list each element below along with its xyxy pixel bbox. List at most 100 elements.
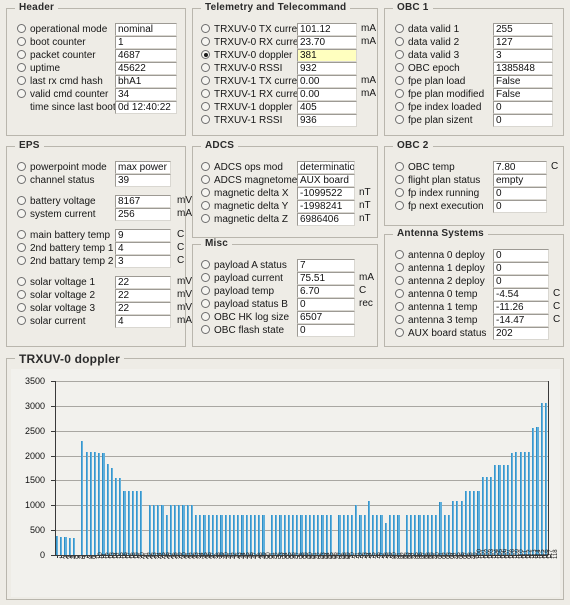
row-eps-8[interactable]: solar voltage 2 bbox=[17, 289, 95, 303]
radio-antenna-1[interactable] bbox=[395, 263, 404, 272]
row-eps-9[interactable]: solar voltage 3 bbox=[17, 302, 95, 316]
radio-misc-0[interactable] bbox=[201, 260, 210, 269]
value-field-header-0[interactable]: nominal bbox=[115, 23, 177, 36]
row-antenna-2[interactable]: antenna 2 deploy bbox=[395, 275, 485, 289]
radio-adcs-3[interactable] bbox=[201, 201, 210, 210]
radio-obc2-0[interactable] bbox=[395, 162, 404, 171]
radio-telemetry-2[interactable] bbox=[201, 50, 210, 59]
radio-header-1[interactable] bbox=[17, 37, 26, 46]
value-field-eps-5[interactable]: 4 bbox=[115, 242, 171, 255]
row-eps-0[interactable]: powerpoint mode bbox=[17, 161, 107, 175]
row-misc-0[interactable]: payload A status bbox=[201, 259, 287, 273]
radio-misc-5[interactable] bbox=[201, 325, 210, 334]
value-field-telemetry-0[interactable]: 101.12 bbox=[297, 23, 357, 36]
value-field-telemetry-5[interactable]: 0.00 bbox=[297, 88, 357, 101]
row-obc1-1[interactable]: data valid 2 bbox=[395, 36, 459, 50]
row-header-4[interactable]: last rx cmd hash bbox=[17, 75, 103, 89]
radio-antenna-2[interactable] bbox=[395, 276, 404, 285]
value-field-obc1-1[interactable]: 127 bbox=[493, 36, 553, 49]
row-misc-4[interactable]: OBC HK log size bbox=[201, 311, 289, 325]
value-field-eps-3[interactable]: 256 bbox=[115, 208, 171, 221]
row-telemetry-2[interactable]: TRXUV-0 doppler bbox=[201, 49, 292, 63]
radio-adcs-1[interactable] bbox=[201, 175, 210, 184]
row-telemetry-6[interactable]: TRXUV-1 doppler bbox=[201, 101, 292, 115]
row-header-3[interactable]: uptime bbox=[17, 62, 60, 76]
radio-eps-0[interactable] bbox=[17, 162, 26, 171]
value-field-eps-4[interactable]: 9 bbox=[115, 229, 171, 242]
value-field-eps-6[interactable]: 3 bbox=[115, 255, 171, 268]
value-field-eps-0[interactable]: max power bbox=[115, 161, 171, 174]
radio-antenna-5[interactable] bbox=[395, 315, 404, 324]
row-antenna-1[interactable]: antenna 1 deploy bbox=[395, 262, 485, 276]
value-field-obc1-7[interactable]: 0 bbox=[493, 114, 553, 127]
row-antenna-4[interactable]: antenna 1 temp bbox=[395, 301, 478, 315]
row-obc1-7[interactable]: fpe plan sizent bbox=[395, 114, 473, 128]
value-field-eps-1[interactable]: 39 bbox=[115, 174, 171, 187]
row-adcs-1[interactable]: ADCS magnetometer bbox=[201, 174, 309, 188]
radio-eps-2[interactable] bbox=[17, 196, 26, 205]
radio-adcs-4[interactable] bbox=[201, 214, 210, 223]
row-telemetry-5[interactable]: TRXUV-1 RX current bbox=[201, 88, 307, 102]
radio-header-4[interactable] bbox=[17, 76, 26, 85]
value-field-obc1-3[interactable]: 1385848 bbox=[493, 62, 553, 75]
radio-misc-3[interactable] bbox=[201, 299, 210, 308]
value-field-telemetry-7[interactable]: 936 bbox=[297, 114, 357, 127]
radio-obc1-4[interactable] bbox=[395, 76, 404, 85]
radio-telemetry-1[interactable] bbox=[201, 37, 210, 46]
row-obc1-5[interactable]: fpe plan modified bbox=[395, 88, 484, 102]
row-telemetry-7[interactable]: TRXUV-1 RSSI bbox=[201, 114, 282, 128]
row-misc-2[interactable]: payload temp bbox=[201, 285, 274, 299]
value-field-obc1-6[interactable]: 0 bbox=[493, 101, 553, 114]
row-adcs-2[interactable]: magnetic delta X bbox=[201, 187, 289, 201]
value-field-antenna-3[interactable]: -4.54 bbox=[493, 288, 549, 301]
radio-misc-1[interactable] bbox=[201, 273, 210, 282]
row-telemetry-4[interactable]: TRXUV-1 TX current bbox=[201, 75, 306, 89]
radio-antenna-4[interactable] bbox=[395, 302, 404, 311]
row-antenna-5[interactable]: antenna 3 temp bbox=[395, 314, 478, 328]
row-header-2[interactable]: packet counter bbox=[17, 49, 96, 63]
row-eps-10[interactable]: solar current bbox=[17, 315, 86, 329]
value-field-misc-4[interactable]: 6507 bbox=[297, 311, 355, 324]
chart-plot[interactable]: 0 500 1000 1500 2000 2500 3000 3500 1 2 3 4 5 6 7 8 9 10 1… bbox=[11, 369, 560, 597]
radio-eps-6[interactable] bbox=[17, 256, 26, 265]
row-antenna-0[interactable]: antenna 0 deploy bbox=[395, 249, 485, 263]
value-field-obc2-3[interactable]: 0 bbox=[493, 200, 547, 213]
radio-antenna-6[interactable] bbox=[395, 328, 404, 337]
row-antenna-3[interactable]: antenna 0 temp bbox=[395, 288, 478, 302]
row-adcs-3[interactable]: magnetic delta Y bbox=[201, 200, 288, 214]
radio-obc1-3[interactable] bbox=[395, 63, 404, 72]
value-field-telemetry-4[interactable]: 0.00 bbox=[297, 75, 357, 88]
value-field-antenna-6[interactable]: 202 bbox=[493, 327, 549, 340]
radio-obc1-6[interactable] bbox=[395, 102, 404, 111]
value-field-obc2-0[interactable]: 7.80 bbox=[493, 161, 547, 174]
value-field-antenna-5[interactable]: -14.47 bbox=[493, 314, 549, 327]
row-telemetry-3[interactable]: TRXUV-0 RSSI bbox=[201, 62, 282, 76]
value-field-adcs-4[interactable]: 6986406 bbox=[297, 213, 355, 226]
row-antenna-6[interactable]: AUX board status bbox=[395, 327, 486, 341]
radio-telemetry-7[interactable] bbox=[201, 115, 210, 124]
value-field-header-4[interactable]: bhA1 bbox=[115, 75, 177, 88]
row-eps-2[interactable]: battery voltage bbox=[17, 195, 96, 209]
row-eps-4[interactable]: main battery temp bbox=[17, 229, 110, 243]
value-field-misc-3[interactable]: 0 bbox=[297, 298, 355, 311]
row-obc2-0[interactable]: OBC temp bbox=[395, 161, 455, 175]
value-field-antenna-4[interactable]: -11.26 bbox=[493, 301, 549, 314]
row-telemetry-0[interactable]: TRXUV-0 TX current bbox=[201, 23, 306, 37]
value-field-header-1[interactable]: 1 bbox=[115, 36, 177, 49]
row-misc-3[interactable]: payload status B bbox=[201, 298, 288, 312]
value-field-telemetry-6[interactable]: 405 bbox=[297, 101, 357, 114]
value-field-misc-0[interactable]: 7 bbox=[297, 259, 355, 272]
value-field-misc-5[interactable]: 0 bbox=[297, 324, 355, 337]
radio-telemetry-0[interactable] bbox=[201, 24, 210, 33]
radio-telemetry-5[interactable] bbox=[201, 89, 210, 98]
radio-eps-9[interactable] bbox=[17, 303, 26, 312]
value-field-adcs-3[interactable]: -1998241 bbox=[297, 200, 355, 213]
value-field-eps-7[interactable]: 22 bbox=[115, 276, 171, 289]
radio-obc1-1[interactable] bbox=[395, 37, 404, 46]
row-header-5[interactable]: valid cmd counter bbox=[17, 88, 108, 102]
radio-obc1-0[interactable] bbox=[395, 24, 404, 33]
radio-obc1-7[interactable] bbox=[395, 115, 404, 124]
value-field-obc2-2[interactable]: 0 bbox=[493, 187, 547, 200]
value-field-header-3[interactable]: 45622 bbox=[115, 62, 177, 75]
row-header-1[interactable]: boot counter bbox=[17, 36, 86, 50]
